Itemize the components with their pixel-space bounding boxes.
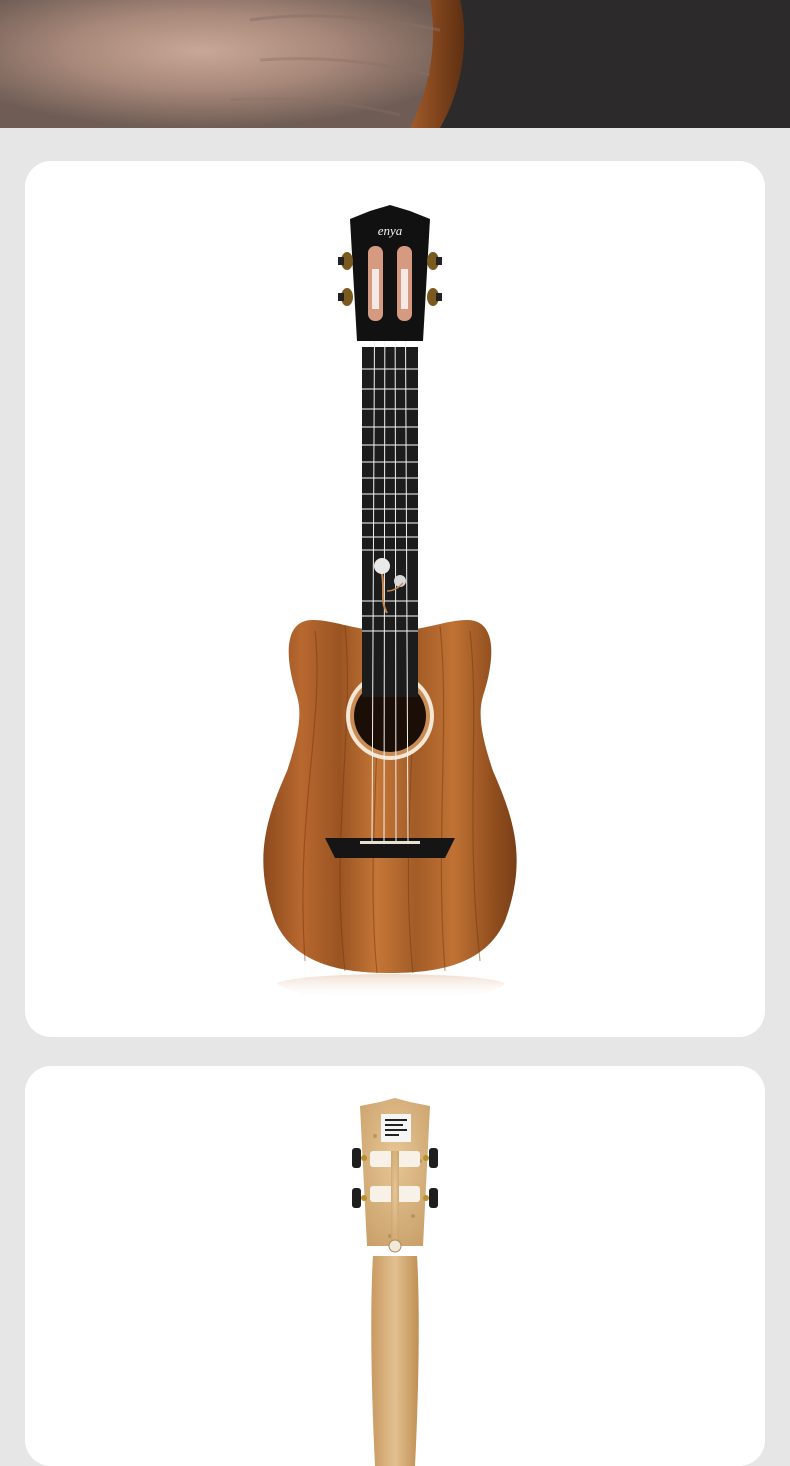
product-card-back — [25, 1066, 765, 1466]
product-card-front: enya — [25, 161, 765, 1037]
ukulele-back-photo — [352, 1098, 438, 1466]
ukulele-front-photo: enya — [263, 205, 517, 1001]
neck-back — [371, 1256, 419, 1466]
hand-photo — [0, 0, 790, 128]
hero-photo — [0, 0, 790, 128]
fretboard — [362, 347, 418, 697]
headstock-logo: enya — [378, 223, 403, 238]
